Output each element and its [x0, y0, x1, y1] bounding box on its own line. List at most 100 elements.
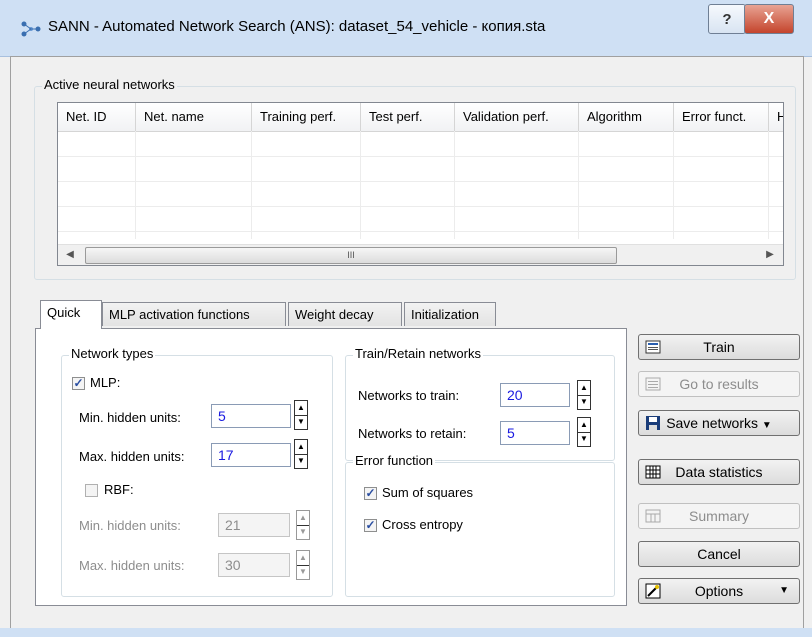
title-bar[interactable]: SANN - Automated Network Search (ANS): d… — [0, 0, 812, 57]
column-header[interactable]: Validation perf. — [455, 103, 579, 131]
data-statistics-label: Data statistics — [675, 464, 763, 480]
spin-down-icon[interactable]: ▼ — [578, 432, 590, 446]
mlp-max-hidden-label: Max. hidden units: — [79, 449, 185, 464]
go-to-results-button[interactable]: Go to results — [638, 371, 800, 397]
tab-quick[interactable]: Quick — [40, 300, 102, 329]
mlp-max-hidden-spinner[interactable]: ▲ ▼ — [294, 439, 308, 469]
sum-of-squares-checkbox[interactable]: ✓ — [364, 487, 377, 500]
row-divider — [58, 231, 783, 232]
train-retain-label: Train/Retain networks — [353, 346, 483, 361]
sum-of-squares-label: Sum of squares — [382, 485, 474, 500]
horizontal-scrollbar[interactable]: ◀ III ▶ — [58, 244, 783, 265]
rbf-min-hidden-input[interactable]: 21 — [218, 513, 290, 537]
summary-button[interactable]: Summary — [638, 503, 800, 529]
column-divider — [673, 131, 674, 239]
scroll-left-icon[interactable]: ◀ — [62, 247, 78, 263]
column-header[interactable]: Algorithm — [579, 103, 674, 131]
tab-mlp-activation-functions[interactable]: MLP activation functions — [102, 302, 286, 326]
rbf-min-hidden-label: Min. hidden units: — [79, 518, 181, 533]
spin-up-icon[interactable]: ▲ — [297, 551, 309, 566]
networks-to-train-spinner[interactable]: ▲ ▼ — [577, 380, 591, 410]
row-divider — [58, 206, 783, 207]
column-header[interactable]: Net. name — [136, 103, 252, 131]
column-divider — [135, 131, 136, 239]
train-button[interactable]: Train — [638, 334, 800, 360]
spin-up-icon[interactable]: ▲ — [578, 418, 590, 433]
cross-entropy-checkbox[interactable]: ✓ — [364, 519, 377, 532]
scrollbar-thumb[interactable]: III — [85, 247, 617, 264]
data-statistics-button[interactable]: Data statistics — [638, 459, 800, 485]
save-networks-label: Save networks — [666, 415, 759, 431]
column-divider — [578, 131, 579, 239]
column-divider — [360, 131, 361, 239]
networks-to-retain-input[interactable]: 5 — [500, 421, 570, 445]
column-header[interactable]: Error funct. — [674, 103, 769, 131]
spin-down-icon[interactable]: ▼ — [578, 395, 590, 409]
rbf-min-hidden-spinner[interactable]: ▲ ▼ — [296, 510, 310, 540]
networks-to-train-label: Networks to train: — [358, 388, 460, 403]
summary-label: Summary — [689, 508, 749, 524]
train-icon — [645, 340, 661, 354]
spin-up-icon[interactable]: ▲ — [295, 401, 307, 416]
check-icon: ✓ — [365, 486, 376, 500]
options-button[interactable]: Options ▼ — [638, 578, 800, 604]
mlp-min-hidden-label: Min. hidden units: — [79, 410, 181, 425]
network-types-label: Network types — [69, 346, 156, 361]
column-divider — [454, 131, 455, 239]
mlp-min-hidden-spinner[interactable]: ▲ ▼ — [294, 400, 308, 430]
networks-to-retain-label: Networks to retain: — [358, 426, 467, 441]
save-icon — [646, 416, 660, 430]
column-header[interactable]: Training perf. — [252, 103, 361, 131]
application-window: SANN - Automated Network Search (ANS): d… — [0, 0, 812, 637]
cancel-label: Cancel — [697, 546, 741, 562]
summary-icon — [645, 509, 661, 523]
column-header[interactable]: Test perf. — [361, 103, 455, 131]
rbf-max-hidden-spinner[interactable]: ▲ ▼ — [296, 550, 310, 580]
cross-entropy-label: Cross entropy — [382, 517, 463, 532]
help-button[interactable]: ? — [708, 4, 746, 34]
error-function-label: Error function — [353, 453, 436, 468]
cancel-button[interactable]: Cancel — [638, 541, 800, 567]
column-header[interactable]: H — [769, 103, 783, 131]
mlp-min-hidden-input[interactable]: 5 — [211, 404, 291, 428]
rbf-max-hidden-label: Max. hidden units: — [79, 558, 185, 573]
column-header[interactable]: Net. ID — [58, 103, 136, 131]
networks-to-retain-spinner[interactable]: ▲ ▼ — [577, 417, 591, 447]
window-title: SANN - Automated Network Search (ANS): d… — [48, 18, 546, 35]
network-app-icon — [21, 21, 41, 37]
dropdown-arrow-icon: ▼ — [779, 585, 789, 596]
spin-down-icon[interactable]: ▼ — [297, 565, 309, 579]
mlp-checkbox[interactable]: ✓ — [72, 377, 85, 390]
results-icon — [645, 377, 661, 391]
table-header: Net. ID Net. name Training perf. Test pe… — [58, 103, 783, 132]
tab-initialization[interactable]: Initialization — [404, 302, 496, 326]
spin-up-icon[interactable]: ▲ — [578, 381, 590, 396]
networks-to-train-input[interactable]: 20 — [500, 383, 570, 407]
help-icon: ? — [722, 10, 732, 28]
dropdown-arrow-icon: ▼ — [761, 420, 772, 431]
statistics-grid-icon — [645, 465, 661, 479]
rbf-label: RBF: — [104, 482, 134, 497]
active-networks-label: Active neural networks — [42, 77, 177, 92]
grip-icon: III — [347, 250, 355, 260]
column-divider — [251, 131, 252, 239]
go-to-results-label: Go to results — [679, 376, 759, 392]
rbf-checkbox[interactable] — [85, 484, 98, 497]
close-button[interactable]: X — [744, 4, 794, 34]
tab-weight-decay[interactable]: Weight decay — [288, 302, 402, 326]
spin-down-icon[interactable]: ▼ — [295, 454, 307, 468]
spin-down-icon[interactable]: ▼ — [295, 415, 307, 429]
scroll-right-icon[interactable]: ▶ — [762, 247, 778, 263]
rbf-max-hidden-input[interactable]: 30 — [218, 553, 290, 577]
close-icon: X — [763, 10, 775, 27]
networks-table[interactable]: Net. ID Net. name Training perf. Test pe… — [57, 102, 784, 266]
spin-up-icon[interactable]: ▲ — [297, 511, 309, 526]
column-divider — [768, 131, 769, 239]
spin-up-icon[interactable]: ▲ — [295, 440, 307, 455]
save-networks-button[interactable]: Save networks ▼ — [638, 410, 800, 436]
mlp-max-hidden-input[interactable]: 17 — [211, 443, 291, 467]
options-wand-icon — [645, 583, 661, 599]
check-icon: ✓ — [365, 518, 376, 532]
spin-down-icon[interactable]: ▼ — [297, 525, 309, 539]
window-bottom-border — [0, 628, 812, 637]
